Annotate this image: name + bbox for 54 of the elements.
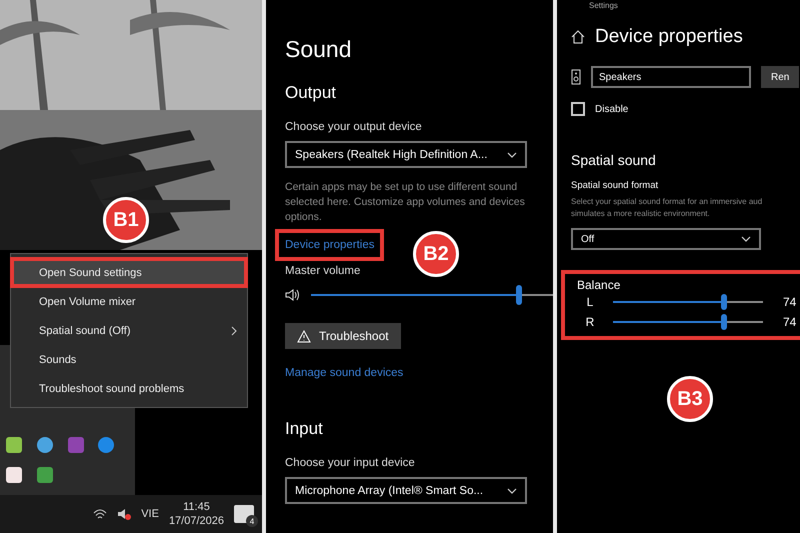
tray-app-icon[interactable] [6, 437, 22, 453]
device-properties-link[interactable]: Device properties [275, 229, 384, 261]
balance-label: Balance [577, 278, 622, 292]
disable-checkbox[interactable] [571, 102, 585, 116]
tray-app-icon[interactable] [36, 437, 53, 453]
slider-thumb[interactable] [721, 294, 727, 310]
section-heading: Output [285, 83, 336, 103]
section-heading: Input [285, 419, 323, 439]
info-text: Certain apps may be set up to use different sound selected here. Customize app volumes and devices options. [285, 180, 525, 225]
menu-item[interactable]: Spatial sound (Off) [11, 316, 247, 345]
speaker-icon[interactable] [117, 508, 132, 520]
window-header: Settings [589, 1, 618, 10]
menu-item[interactable]: Sounds [11, 345, 247, 374]
page-title: Sound [285, 36, 352, 63]
warning-icon [297, 330, 311, 342]
wifi-icon[interactable] [93, 508, 108, 520]
checkbox-label: Disable [595, 104, 628, 114]
step-badge: B2 [413, 231, 459, 277]
home-icon[interactable] [571, 30, 585, 44]
language-indicator[interactable]: VIE [141, 508, 159, 520]
step-badge: B3 [667, 376, 713, 422]
field-label: Choose your output device [285, 121, 422, 133]
speaker-icon [285, 288, 301, 302]
page-title: Device properties [595, 26, 743, 48]
tray-app-icon[interactable] [6, 467, 22, 483]
output-device-dropdown[interactable]: Speakers (Realtek High Definition A... [285, 141, 527, 168]
tray-app-icon[interactable] [36, 467, 53, 483]
input-device-dropdown[interactable]: Microphone Array (Intel® Smart So... [285, 477, 527, 504]
manage-devices-link[interactable]: Manage sound devices [285, 367, 404, 379]
channel-reading: 74 [783, 295, 796, 309]
speaker-device-icon [571, 69, 581, 85]
section-heading: Spatial sound [571, 152, 656, 168]
troubleshoot-button[interactable]: Troubleshoot [285, 323, 401, 349]
channel-reading: 74 [783, 315, 796, 329]
slider-thumb[interactable] [516, 285, 522, 305]
clock[interactable]: 11:45 17/07/2026 [168, 501, 224, 527]
spatial-format-dropdown[interactable]: Off [571, 228, 761, 250]
menu-item[interactable]: Open Volume mixer [11, 287, 247, 316]
menu-item[interactable]: Troubleshoot sound problems [11, 374, 247, 403]
menu-item[interactable]: Open Sound settings [11, 258, 247, 287]
chevron-right-icon [231, 326, 237, 336]
slider-thumb[interactable] [721, 314, 727, 330]
notification-count: 4 [246, 515, 258, 527]
chevron-down-icon [507, 488, 517, 494]
device-name-field[interactable]: Speakers [591, 66, 751, 88]
field-label: Spatial sound format [571, 180, 658, 191]
channel-label: R [584, 315, 596, 329]
rename-button[interactable]: Ren [761, 66, 800, 88]
channel-label: L [586, 295, 594, 309]
field-label: Master volume [285, 265, 360, 277]
chevron-down-icon [741, 236, 751, 242]
chevron-down-icon [507, 152, 517, 158]
field-label: Choose your input device [285, 457, 415, 469]
info-text: Select your spatial sound format for an immersive aud simulates a more realistic environment. [571, 196, 762, 220]
